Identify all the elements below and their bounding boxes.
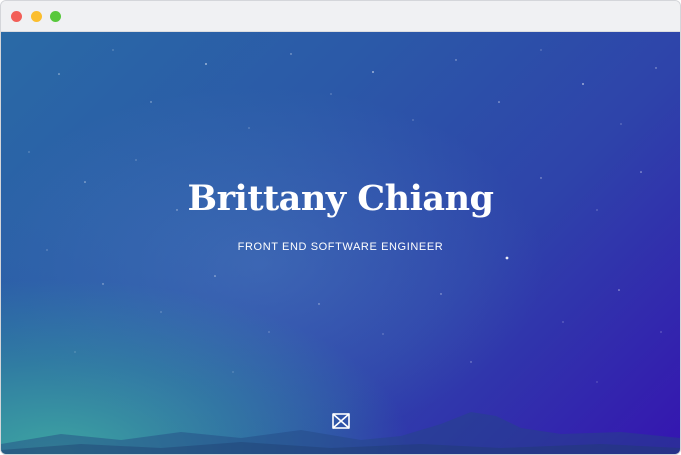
hero-section: Brittany Chiang FRONT END SOFTWARE ENGIN… xyxy=(1,32,680,454)
maximize-window-button[interactable] xyxy=(50,11,61,22)
close-window-button[interactable] xyxy=(11,11,22,22)
bowtie-logo-icon[interactable] xyxy=(331,412,351,430)
minimize-window-button[interactable] xyxy=(31,11,42,22)
hero-subtitle: FRONT END SOFTWARE ENGINEER xyxy=(237,241,444,253)
hero-title: Brittany Chiang xyxy=(187,178,495,219)
window-titlebar xyxy=(1,1,680,32)
browser-window: Brittany Chiang FRONT END SOFTWARE ENGIN… xyxy=(0,0,681,455)
